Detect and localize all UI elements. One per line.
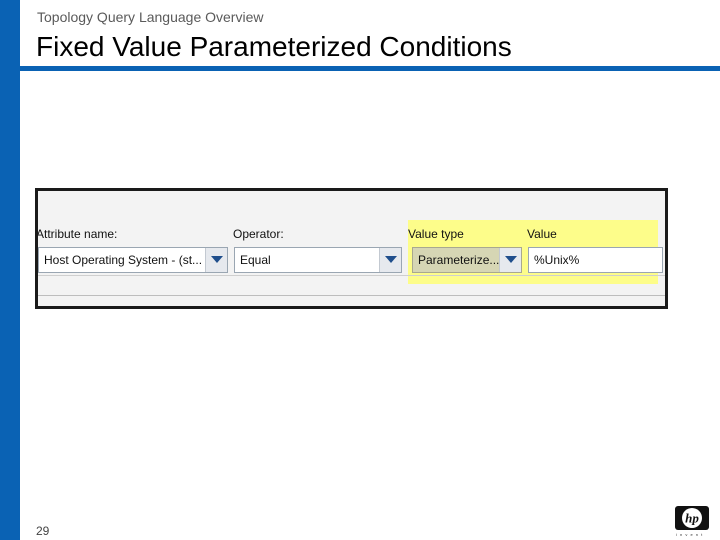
- value-label: Value: [527, 227, 557, 241]
- attribute-name-value: Host Operating System - (st...: [44, 253, 203, 267]
- title-underline: [20, 66, 720, 71]
- attribute-name-label: Attribute name:: [36, 227, 118, 241]
- slide-subtitle: Topology Query Language Overview: [37, 9, 264, 25]
- hp-logo: hp: [675, 506, 709, 530]
- operator-label: Operator:: [233, 227, 284, 241]
- left-accent-bar: [0, 0, 20, 540]
- screenshot-bottom-line: [38, 295, 665, 296]
- screenshot-divider: [38, 275, 665, 276]
- value-input-text: %Unix%: [534, 253, 580, 267]
- condition-editor-screenshot: Attribute name: Operator: Value type Val…: [35, 188, 668, 309]
- value-type-select[interactable]: Parameterize...: [412, 247, 522, 273]
- chevron-down-icon: [385, 256, 397, 263]
- operator-value: Equal: [240, 253, 271, 267]
- page-number: 29: [36, 524, 50, 538]
- value-type-label: Value type: [408, 227, 464, 241]
- value-type-value: Parameterize...: [418, 253, 500, 267]
- hp-logo-tagline: i n v e n t: [676, 532, 704, 537]
- slide-title: Fixed Value Parameterized Conditions: [36, 31, 512, 62]
- attribute-name-select[interactable]: Host Operating System - (st...: [38, 247, 228, 273]
- value-input[interactable]: %Unix%: [528, 247, 663, 273]
- value-type-dropdown-button[interactable]: [499, 248, 521, 272]
- operator-dropdown-button[interactable]: [379, 248, 401, 272]
- chevron-down-icon: [211, 256, 223, 263]
- operator-select[interactable]: Equal: [234, 247, 402, 273]
- chevron-down-icon: [505, 256, 517, 263]
- hp-logo-text: hp: [685, 511, 699, 526]
- attribute-dropdown-button[interactable]: [205, 248, 227, 272]
